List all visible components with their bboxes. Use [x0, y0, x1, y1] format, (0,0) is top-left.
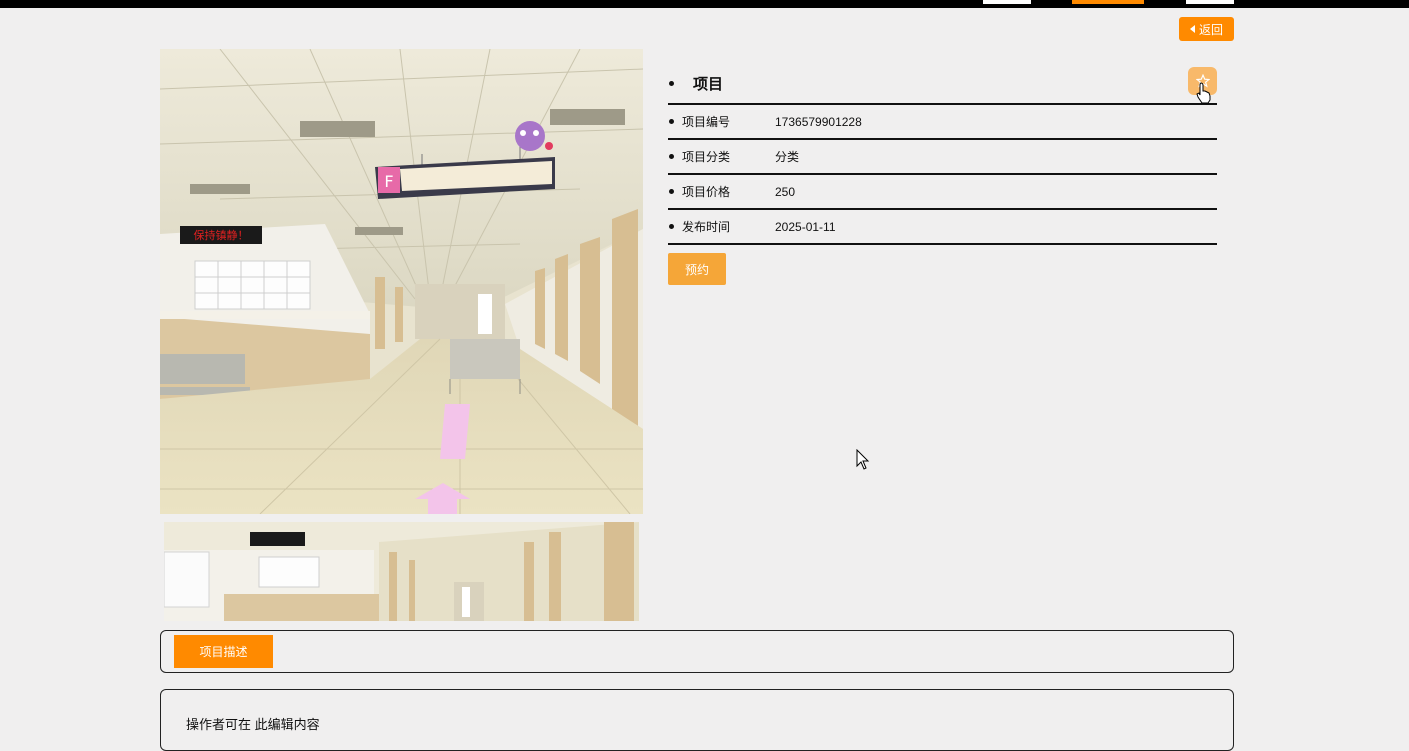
nav-item-active[interactable] — [1072, 0, 1144, 4]
tab-bar: 项目描述 — [160, 630, 1234, 673]
item-info-panel: 项目 项目编号 1736579901228 项目分类 分类 项目价格 250 发… — [668, 63, 1217, 245]
back-button[interactable]: 返回 — [1179, 17, 1234, 41]
led-sign-text: 保持镇静！ — [194, 228, 249, 242]
hallway-illustration: 保持镇静！ F — [160, 49, 643, 514]
description-text: 操作者可在 此编辑内容 — [186, 717, 320, 732]
item-price-value: 250 — [775, 184, 796, 199]
description-panel: 操作者可在 此编辑内容 — [160, 689, 1234, 751]
item-row-price: 项目价格 250 — [668, 175, 1217, 210]
hallway-thumbnail — [164, 522, 639, 621]
item-title-row: 项目 — [668, 63, 1217, 105]
item-category-value: 分类 — [775, 150, 800, 164]
publish-date-value: 2025-01-11 — [775, 219, 836, 234]
bullet-icon — [669, 224, 674, 229]
caret-left-icon — [1189, 25, 1195, 33]
hand-cursor-icon — [1196, 82, 1211, 104]
item-price-label: 项目价格 — [682, 185, 731, 199]
item-id-value: 1736579901228 — [775, 114, 862, 129]
book-button[interactable]: 预约 — [668, 253, 726, 285]
main-image: 保持镇静！ F — [160, 49, 643, 514]
tab-description[interactable]: 项目描述 — [174, 635, 273, 668]
bullet-icon — [669, 189, 674, 194]
bullet-icon — [669, 119, 674, 124]
thumbnail-image[interactable] — [164, 522, 639, 621]
bullet-icon — [669, 154, 674, 159]
item-row-date: 发布时间 2025-01-11 — [668, 210, 1217, 245]
item-id-label: 项目编号 — [682, 115, 731, 129]
back-button-label: 返回 — [1198, 22, 1223, 37]
top-nav-bar — [0, 0, 1409, 8]
bullet-icon — [669, 80, 674, 86]
publish-date-label: 发布时间 — [682, 220, 731, 234]
nav-item-3[interactable] — [1186, 0, 1234, 4]
item-category-label: 项目分类 — [682, 150, 731, 164]
arrow-cursor-icon — [856, 449, 870, 470]
item-title: 项目 — [693, 75, 724, 93]
item-row-id: 项目编号 1736579901228 — [668, 105, 1217, 140]
nav-item-1[interactable] — [983, 0, 1031, 4]
item-row-category: 项目分类 分类 — [668, 140, 1217, 175]
signboard-letter: F — [384, 172, 393, 191]
